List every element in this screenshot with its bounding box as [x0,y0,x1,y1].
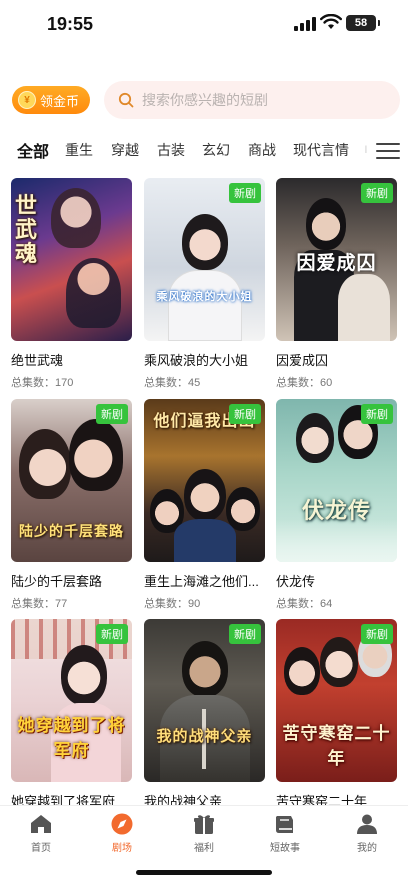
nav-short-stories[interactable]: 短故事 [255,812,315,854]
new-badge: 新剧 [229,183,261,203]
nav-welfare-label: 福利 [194,843,214,854]
poster-text: 她穿越到了将军府 [17,716,126,760]
drama-card[interactable]: 苦守寒窑二十年 新剧 苦守寒窑二十年 [276,619,397,810]
gift-icon [194,815,214,834]
episode-count: 总集数：45 [144,377,201,389]
drama-card[interactable]: 伏龙传 新剧 伏龙传 总集数：64 [276,399,397,611]
new-badge: 新剧 [96,624,128,644]
tab-time-travel[interactable]: 穿越 [111,140,139,160]
drama-title: 绝世武魂 [11,353,64,368]
tab-costume[interactable]: 古装 [157,140,185,160]
coin-icon: ¥ [18,91,36,109]
drama-poster: 她穿越到了将军府 新剧 [11,619,132,782]
poster-text: 伏龙传 [301,498,371,523]
drama-poster: 苦守寒窑二十年 新剧 [276,619,397,782]
drama-card[interactable]: 乘风破浪的大小姐 新剧 乘风破浪的大小姐 总集数：45 [144,178,265,390]
new-badge: 新剧 [229,404,261,424]
nav-home-label: 首页 [31,843,51,854]
new-badge: 新剧 [361,624,393,644]
drama-card[interactable]: 她穿越到了将军府 新剧 她穿越到了将军府 [11,619,132,810]
tab-all[interactable]: 全部 [17,138,49,162]
poster-text: 乘风破浪的大小姐 [156,291,253,303]
claim-coins-button[interactable]: ¥ 领金币 [12,86,90,114]
episode-count: 总集数：90 [144,598,201,610]
drama-card[interactable]: 他们逼我出山 新剧 重生上海滩之他们... 总集数：90 [144,399,265,611]
home-icon [31,815,51,833]
user-icon [357,814,377,834]
menu-icon[interactable] [376,142,400,160]
tab-business[interactable]: 商战 [248,140,276,160]
new-badge: 新剧 [96,404,128,424]
drama-poster: 世武魂 [11,178,132,341]
search-icon [118,92,134,108]
drama-poster: 我的战神父亲 新剧 [144,619,265,782]
nav-home[interactable]: 首页 [11,812,71,854]
nav-theater[interactable]: 剧场 [92,812,152,854]
tab-fantasy[interactable]: 玄幻 [202,140,230,160]
poster-text: 苦守寒窑二十年 [282,724,391,768]
drama-title: 乘风破浪的大小姐 [144,353,249,368]
drama-card[interactable]: 世武魂 绝世武魂 总集数：170 [11,178,132,390]
drama-title: 因爱成囚 [276,353,329,368]
episode-count: 总集数：77 [11,598,68,610]
drama-title: 陆少的千层套路 [11,574,103,589]
drama-card[interactable]: 陆少的千层套路 新剧 陆少的千层套路 总集数：77 [11,399,132,611]
battery-icon: 58 [346,15,380,31]
poster-text: 世武魂 [15,193,39,266]
wifi-icon [320,14,342,29]
nav-theater-label: 剧场 [112,843,132,854]
status-time: 19:55 [47,14,94,34]
drama-poster: 乘风破浪的大小姐 新剧 [144,178,265,341]
category-tabs: 全部 重生 穿越 古装 玄幻 商战 现代言情 ı [0,135,408,165]
nav-mine[interactable]: 我的 [337,812,397,854]
episode-count: 总集数：170 [11,377,74,389]
claim-coins-label: 领金币 [40,93,80,109]
poster-text: 因爱成囚 [296,253,377,274]
drama-poster: 伏龙传 新剧 [276,399,397,562]
signal-icon [294,17,316,31]
drama-card[interactable]: 因爱成囚 新剧 因爱成囚 总集数：60 [276,178,397,390]
drama-title: 伏龙传 [276,574,316,589]
status-bar: 19:55 58 [0,0,408,50]
new-badge: 新剧 [229,624,261,644]
drama-poster: 他们逼我出山 新剧 [144,399,265,562]
drama-card[interactable]: 我的战神父亲 新剧 我的战神父亲 [144,619,265,810]
poster-text: 我的战神父亲 [156,728,253,745]
nav-welfare[interactable]: 福利 [174,812,234,854]
home-indicator [136,870,272,875]
drama-poster: 因爱成囚 新剧 [276,178,397,341]
compass-icon [111,813,133,835]
search-placeholder: 搜索你感兴趣的短剧 [142,92,268,108]
episode-count: 总集数：64 [276,598,333,610]
drama-poster: 陆少的千层套路 新剧 [11,399,132,562]
new-badge: 新剧 [361,183,393,203]
tab-modern-romance[interactable]: 现代言情 [293,140,349,160]
poster-text: 陆少的千层套路 [19,523,124,539]
header: ¥ 领金币 搜索你感兴趣的短剧 [0,80,408,120]
nav-mine-label: 我的 [357,843,377,854]
drama-title: 重生上海滩之他们... [144,574,259,589]
episode-count: 总集数：60 [276,377,333,389]
search-input[interactable]: 搜索你感兴趣的短剧 [104,81,400,119]
new-badge: 新剧 [361,404,393,424]
book-icon [276,816,293,833]
tab-rebirth[interactable]: 重生 [65,140,93,160]
nav-short-stories-label: 短故事 [270,843,300,854]
